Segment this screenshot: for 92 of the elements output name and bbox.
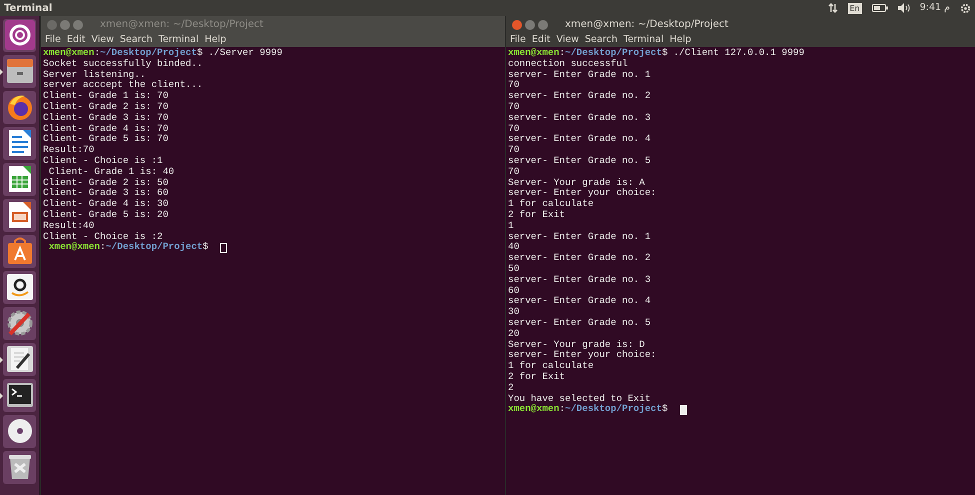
app-title: Terminal [4, 2, 54, 16]
prompt-line: xmen@xmen:~/Desktop/Project$ [48, 242, 208, 254]
menu-item[interactable]: View [556, 32, 579, 48]
menu-item[interactable]: View [91, 32, 114, 48]
minimize-button[interactable] [525, 20, 535, 30]
output-line: server- Enter Grade no. 1 [508, 232, 651, 242]
output-line: Client- Grade 3 is: 60 [43, 188, 168, 199]
output-line: server- Enter Grade no. 3 [508, 112, 651, 124]
shopping-smile-icon [4, 272, 34, 302]
gear-wrench-icon [4, 308, 34, 338]
output-line: Server- Your grade is: D [508, 340, 645, 350]
dash-logo-icon [4, 20, 34, 50]
output-line: Result:70 [43, 145, 94, 156]
volume-icon[interactable] [898, 3, 910, 13]
keyboard-layout-indicator[interactable]: En [848, 2, 862, 14]
prompt-line: xmen@xmen:~/Desktop/Project$ ./Client 127.0.0.1 9999 [508, 48, 804, 59]
window-title: xmen@xmen: ~/Desktop/Project [100, 18, 264, 32]
output-line: 70 [508, 124, 520, 134]
output-line: 70 [508, 166, 520, 178]
settings-icon[interactable] [960, 2, 971, 14]
output-line: Server listening.. [43, 70, 146, 80]
output-line: Result:40 [43, 220, 94, 232]
output-line: 1 for calculate [508, 361, 594, 372]
output-line: 70 [508, 80, 520, 92]
menu-item[interactable]: File [45, 32, 61, 48]
output-line: 2 for Exit [508, 372, 566, 383]
output-line: 60 [508, 286, 520, 296]
output-line: Socket successfully binded.. [43, 58, 203, 70]
menu-item[interactable]: Terminal [624, 32, 664, 48]
output-line: server- Enter Grade no. 4 [508, 296, 651, 308]
prompt-line: xmen@xmen:~/Desktop/Project$ [508, 404, 668, 416]
output-line: server- Enter Grade no. 5 [508, 156, 651, 167]
output-line: 20 [508, 328, 520, 340]
output-line: Client- Grade 5 is: 70 [43, 134, 168, 145]
launcher-item[interactable] [3, 163, 36, 196]
output-line: server- Enter Grade no. 5 [508, 318, 651, 329]
launcher-item[interactable] [3, 127, 36, 160]
output-line: Client - Choice is :1 [43, 156, 163, 167]
output-line: 2 for Exit [508, 210, 566, 221]
clock[interactable]: م 9:41 [920, 0, 950, 16]
launcher-item[interactable] [3, 19, 36, 52]
output-line: Client- Grade 2 is: 70 [43, 102, 168, 113]
output-line: 40 [508, 242, 520, 254]
output-line: connection successful [508, 58, 628, 70]
output-line: server acccept the client... [43, 80, 203, 91]
output-line: Client- Grade 4 is: 70 [43, 124, 168, 134]
battery-icon[interactable] [872, 4, 888, 12]
launcher-item[interactable] [3, 199, 36, 232]
output-line: Server- Your grade is: A [508, 178, 645, 188]
output-line: 1 for calculate [508, 199, 594, 210]
output-line: server- Enter Grade no. 2 [508, 253, 651, 264]
output-line: Client- Grade 5 is: 20 [43, 210, 168, 221]
output-line: Client - Choice is :2 [43, 232, 163, 242]
menu-item[interactable]: Help [204, 32, 226, 48]
output-line: server- Enter your choice: [508, 350, 656, 361]
prompt-line: xmen@xmen:~/Desktop/Project$ ./Server 9999 [43, 48, 282, 59]
launcher-item[interactable] [3, 235, 36, 268]
launcher-item[interactable] [3, 451, 36, 484]
menu-item[interactable]: Edit [532, 32, 550, 48]
output-line: 50 [508, 264, 520, 275]
output-line: server- Enter Grade no. 3 [508, 274, 651, 286]
text-editor-icon [4, 344, 34, 374]
output-line: 70 [508, 102, 520, 113]
output-line: server- Enter your choice: [508, 188, 656, 199]
launcher-item[interactable] [3, 91, 36, 124]
close-button[interactable] [512, 20, 522, 30]
menu-item[interactable]: Search [120, 32, 152, 48]
output-line: 1 [508, 220, 514, 232]
menu-item[interactable]: Search [584, 32, 618, 48]
output-line: You have selected to Exit [508, 394, 651, 404]
menu-item[interactable]: Help [670, 32, 692, 48]
output-line: server- Enter Grade no. 4 [508, 134, 651, 146]
output-line: server- Enter Grade no. 1 [508, 70, 651, 80]
maximize-button[interactable] [538, 20, 548, 30]
output-line: Client- Grade 1 is: 70 [43, 91, 168, 102]
output-line: 70 [508, 145, 520, 156]
launcher-item[interactable] [3, 415, 36, 448]
menu-item[interactable]: File [510, 32, 526, 48]
window-title: xmen@xmen: ~/Desktop/Project [565, 18, 728, 32]
launcher-item[interactable] [3, 379, 36, 412]
output-line: 2 [508, 382, 514, 394]
output-line: Client- Grade 2 is: 50 [43, 178, 168, 188]
output-line: Client- Grade 3 is: 70 [43, 112, 168, 124]
output-line: 30 [508, 307, 520, 318]
menu-item[interactable]: Terminal [158, 32, 199, 48]
launcher-item[interactable] [3, 271, 36, 304]
output-line: Client- Grade 1 is: 40 [48, 166, 174, 178]
network-arrows-icon[interactable] [828, 3, 838, 13]
output-line: server- Enter Grade no. 2 [508, 91, 651, 102]
launcher-item[interactable] [3, 343, 36, 376]
menu-item[interactable]: Edit [66, 32, 86, 48]
output-line: Client- Grade 4 is: 30 [43, 199, 168, 210]
